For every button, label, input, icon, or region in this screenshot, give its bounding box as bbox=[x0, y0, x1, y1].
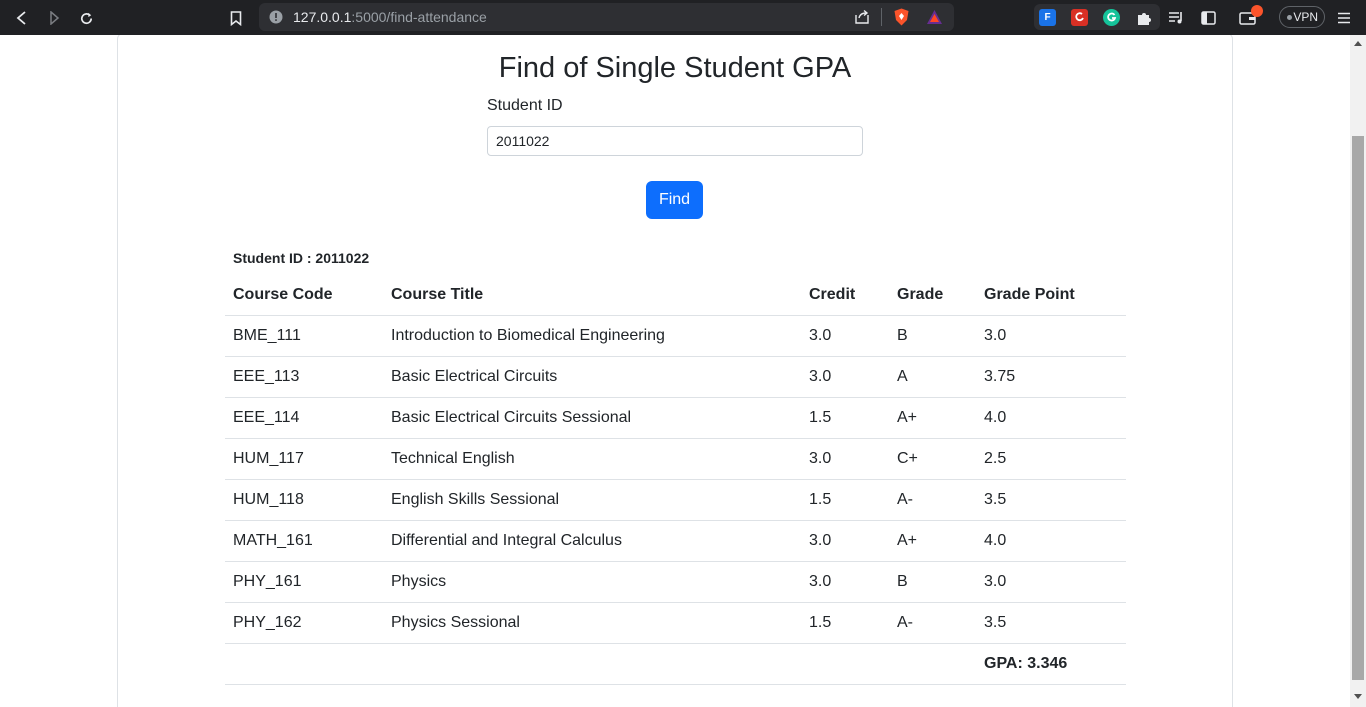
credit: 3.0 bbox=[801, 561, 889, 603]
ext-f-icon[interactable]: F bbox=[1039, 9, 1056, 26]
scroll-up-icon[interactable] bbox=[1354, 41, 1362, 46]
share-icon[interactable] bbox=[854, 9, 870, 30]
url-text: 127.0.0.1:5000/find-attendance bbox=[293, 9, 487, 25]
grammarly-icon[interactable] bbox=[1103, 9, 1120, 26]
header-grade-point: Grade Point bbox=[976, 275, 1126, 316]
grade-point: 3.5 bbox=[976, 602, 1126, 644]
gpa-value: GPA: 3.346 bbox=[976, 643, 1126, 685]
course-title: Basic Electrical Circuits bbox=[383, 356, 801, 398]
menu-icon[interactable] bbox=[1333, 7, 1355, 29]
credit: 3.0 bbox=[801, 520, 889, 562]
page-viewport: Find of Single Student GPA Student ID Fi… bbox=[0, 35, 1350, 707]
course-code: PHY_161 bbox=[225, 561, 383, 603]
course-code: HUM_117 bbox=[225, 438, 383, 480]
student-id-input[interactable] bbox=[487, 126, 863, 156]
empty-cell bbox=[801, 643, 889, 685]
credit: 1.5 bbox=[801, 479, 889, 521]
grade-point: 3.0 bbox=[976, 561, 1126, 603]
grades-table: Course Code Course Title Credit Grade Gr… bbox=[225, 275, 1126, 685]
course-code: EEE_114 bbox=[225, 397, 383, 439]
grade: B bbox=[889, 315, 976, 357]
empty-cell bbox=[225, 643, 383, 685]
back-icon[interactable] bbox=[11, 7, 33, 29]
table-header-row: Course Code Course Title Credit Grade Gr… bbox=[225, 275, 1126, 316]
vpn-button[interactable]: VPN bbox=[1279, 6, 1325, 28]
extensions-area: F bbox=[1034, 4, 1160, 30]
course-title: Basic Electrical Circuits Sessional bbox=[383, 397, 801, 439]
table-row: EEE_114 Basic Electrical Circuits Sessio… bbox=[225, 397, 1126, 439]
course-title: Physics Sessional bbox=[383, 602, 801, 644]
bookmark-icon[interactable] bbox=[225, 7, 247, 29]
site-info-icon[interactable] bbox=[269, 10, 283, 29]
course-code: HUM_118 bbox=[225, 479, 383, 521]
scroll-down-icon[interactable] bbox=[1354, 694, 1362, 699]
gpa-row: GPA: 3.346 bbox=[225, 643, 1126, 685]
course-code: PHY_162 bbox=[225, 602, 383, 644]
ext-s-icon[interactable] bbox=[1071, 9, 1088, 26]
credit: 3.0 bbox=[801, 315, 889, 357]
notification-badge bbox=[1251, 5, 1263, 17]
address-bar[interactable]: 127.0.0.1:5000/find-attendance bbox=[259, 3, 954, 31]
grade-point: 3.0 bbox=[976, 315, 1126, 357]
playlist-icon[interactable] bbox=[1165, 7, 1187, 29]
vpn-label: VPN bbox=[1293, 10, 1318, 24]
credit: 1.5 bbox=[801, 397, 889, 439]
course-code: EEE_113 bbox=[225, 356, 383, 398]
urlbar-divider bbox=[881, 8, 882, 26]
url-host: 127.0.0.1 bbox=[293, 9, 352, 25]
credit: 1.5 bbox=[801, 602, 889, 644]
course-code: MATH_161 bbox=[225, 520, 383, 562]
result-student-id: Student ID : 2011022 bbox=[233, 250, 370, 266]
vpn-status-dot bbox=[1287, 15, 1292, 20]
table-row: MATH_161 Differential and Integral Calcu… bbox=[225, 520, 1126, 562]
puzzle-icon[interactable] bbox=[1135, 9, 1152, 26]
student-id-label: Student ID bbox=[487, 97, 563, 114]
grade-point: 4.0 bbox=[976, 397, 1126, 439]
browser-toolbar: 127.0.0.1:5000/find-attendance F VPN bbox=[0, 0, 1366, 35]
page-scrollbar[interactable] bbox=[1350, 35, 1366, 707]
grade-point: 3.5 bbox=[976, 479, 1126, 521]
course-code: BME_111 bbox=[225, 315, 383, 357]
gpa-card: Find of Single Student GPA Student ID Fi… bbox=[117, 35, 1233, 707]
empty-cell bbox=[889, 643, 976, 685]
credit: 3.0 bbox=[801, 356, 889, 398]
page-title: Find of Single Student GPA bbox=[498, 52, 852, 84]
course-title: Technical English bbox=[383, 438, 801, 480]
header-course-code: Course Code bbox=[225, 275, 383, 316]
grade: B bbox=[889, 561, 976, 603]
course-title: Differential and Integral Calculus bbox=[383, 520, 801, 562]
header-credit: Credit bbox=[801, 275, 889, 316]
header-grade: Grade bbox=[889, 275, 976, 316]
reload-icon[interactable] bbox=[75, 7, 97, 29]
brave-rewards-icon[interactable] bbox=[926, 9, 943, 30]
grade-point: 2.5 bbox=[976, 438, 1126, 480]
table-row: BME_111 Introduction to Biomedical Engin… bbox=[225, 315, 1126, 357]
grade: A bbox=[889, 356, 976, 398]
grade: A- bbox=[889, 479, 976, 521]
table-row: HUM_117 Technical English 3.0 C+ 2.5 bbox=[225, 438, 1126, 480]
credit: 3.0 bbox=[801, 438, 889, 480]
grade: A+ bbox=[889, 520, 976, 562]
table-row: PHY_162 Physics Sessional 1.5 A- 3.5 bbox=[225, 602, 1126, 644]
grade: A- bbox=[889, 602, 976, 644]
sidebar-icon[interactable] bbox=[1197, 7, 1219, 29]
empty-cell bbox=[383, 643, 801, 685]
find-button[interactable]: Find bbox=[646, 181, 703, 219]
forward-icon[interactable] bbox=[43, 7, 65, 29]
course-title: Physics bbox=[383, 561, 801, 603]
scroll-thumb[interactable] bbox=[1352, 136, 1364, 680]
brave-shield-icon[interactable] bbox=[893, 8, 910, 31]
table-row: PHY_161 Physics 3.0 B 3.0 bbox=[225, 561, 1126, 603]
grade-point: 4.0 bbox=[976, 520, 1126, 562]
grade: A+ bbox=[889, 397, 976, 439]
table-row: HUM_118 English Skills Sessional 1.5 A- … bbox=[225, 479, 1126, 521]
header-course-title: Course Title bbox=[383, 275, 801, 316]
grade: C+ bbox=[889, 438, 976, 480]
course-title: English Skills Sessional bbox=[383, 479, 801, 521]
url-path: :5000/find-attendance bbox=[351, 9, 487, 25]
table-row: EEE_113 Basic Electrical Circuits 3.0 A … bbox=[225, 356, 1126, 398]
grade-point: 3.75 bbox=[976, 356, 1126, 398]
course-title: Introduction to Biomedical Engineering bbox=[383, 315, 801, 357]
